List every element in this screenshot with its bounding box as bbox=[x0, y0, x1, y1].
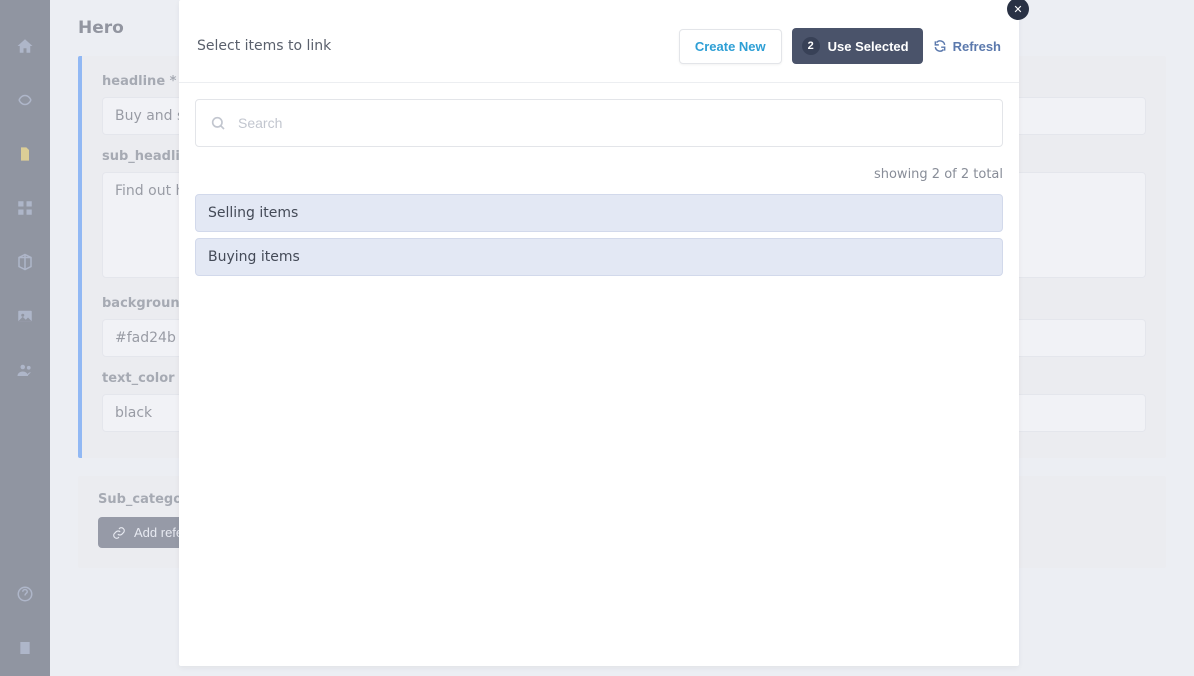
list-item[interactable]: Buying items bbox=[195, 238, 1003, 276]
refresh-icon bbox=[933, 39, 947, 53]
search-box bbox=[195, 99, 1003, 147]
modal-wrap: Select items to link Create New 2 Use Se… bbox=[179, 0, 1019, 666]
modal-actions: Create New 2 Use Selected Refresh bbox=[679, 28, 1001, 64]
close-icon: ✕ bbox=[1013, 3, 1022, 16]
create-new-button[interactable]: Create New bbox=[679, 29, 782, 64]
selected-count-badge: 2 bbox=[802, 37, 820, 55]
modal-divider bbox=[179, 82, 1019, 83]
link-items-modal: Select items to link Create New 2 Use Se… bbox=[179, 0, 1019, 666]
modal-header: Select items to link Create New 2 Use Se… bbox=[195, 28, 1003, 64]
search-input[interactable] bbox=[238, 115, 988, 131]
list-item[interactable]: Selling items bbox=[195, 194, 1003, 232]
search-icon bbox=[210, 115, 226, 131]
results-count: showing 2 of 2 total bbox=[195, 167, 1003, 182]
modal-title: Select items to link bbox=[197, 38, 331, 54]
refresh-label: Refresh bbox=[953, 39, 1001, 54]
use-selected-label: Use Selected bbox=[828, 39, 909, 54]
use-selected-button[interactable]: 2 Use Selected bbox=[792, 28, 923, 64]
refresh-button[interactable]: Refresh bbox=[933, 39, 1001, 54]
